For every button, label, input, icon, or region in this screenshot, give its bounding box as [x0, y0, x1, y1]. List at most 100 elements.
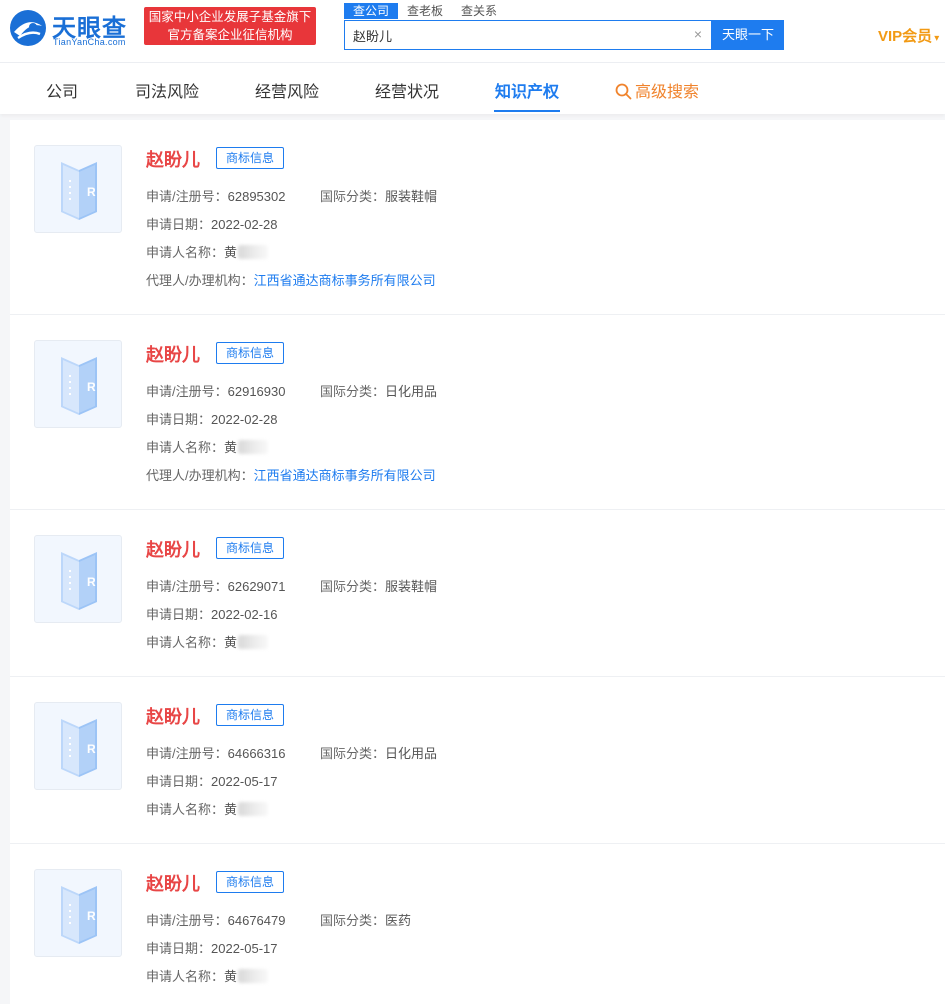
result-card[interactable]: R 赵盼儿 商标信息申请/注册号：62629071 国际分类：服装鞋帽 申请日期：20… [10, 510, 945, 677]
apply-date-value: 2022-05-17 [211, 941, 278, 956]
trademark-info-tag[interactable]: 商标信息 [216, 342, 285, 364]
reg-no-value: 64666316 [227, 746, 286, 761]
reg-no-row: 申请/注册号：62629071 国际分类：服装鞋帽 [146, 576, 437, 595]
intl-class-value: 服装鞋帽 [385, 189, 438, 204]
trademark-info-tag[interactable]: 商标信息 [216, 537, 285, 559]
reg-no-value: 62895302 [227, 189, 286, 204]
reg-no-label: 申请/注册号： [146, 384, 228, 399]
intl-class-label: 国际分类： [320, 746, 386, 761]
chevron-down-icon: ▾ [934, 33, 940, 44]
svg-text:R: R [87, 185, 96, 199]
intl-class-value: 服装鞋帽 [385, 579, 438, 594]
trademark-title[interactable]: 赵盼儿 [146, 870, 200, 896]
applicant-row: 申请人名称：黄 [146, 799, 269, 818]
applicant-label: 申请人名称： [146, 440, 225, 455]
reg-no-row: 申请/注册号：64666316 国际分类：日化用品 [146, 743, 437, 762]
intl-class: 国际分类：医药 [320, 910, 411, 929]
trademark-thumbnail[interactable]: R [34, 145, 122, 233]
apply-date-label: 申请日期： [146, 607, 212, 622]
intl-class: 国际分类：日化用品 [320, 743, 437, 762]
reg-no-label: 申请/注册号： [146, 746, 228, 761]
svg-text:R: R [87, 575, 96, 589]
trademark-title[interactable]: 赵盼儿 [146, 703, 200, 729]
tab-company[interactable]: 公司 [46, 78, 78, 102]
vip-label: VIP会员 [878, 28, 933, 45]
agent-link[interactable]: 江西省通达商标事务所有限公司 [254, 468, 436, 483]
reg-no-value: 62916930 [227, 384, 286, 399]
advanced-search-label: 高级搜索 [635, 84, 700, 101]
svg-text:R: R [87, 909, 96, 923]
apply-date-row: 申请日期：2022-02-16 [146, 604, 278, 623]
vip-menu[interactable]: VIP会员 ▾ [878, 25, 939, 46]
search-tab-company[interactable]: 查公司 [344, 3, 399, 19]
apply-date-label: 申请日期： [146, 412, 212, 427]
clear-icon[interactable]: × [691, 27, 705, 41]
intl-class-label: 国际分类： [320, 579, 386, 594]
category-nav: 公司 司法风险 经营风险 经营状况 知识产权 高级搜索 [0, 62, 945, 114]
trademark-info-tag[interactable]: 商标信息 [216, 871, 285, 893]
tab-operation-status[interactable]: 经营状况 [375, 78, 439, 102]
applicant-label: 申请人名称： [146, 802, 225, 817]
search-box: × [344, 20, 712, 50]
reg-no-row: 申请/注册号：62895302 国际分类：服装鞋帽 [146, 186, 437, 205]
tab-operation-risk[interactable]: 经营风险 [255, 78, 319, 102]
result-card[interactable]: R 赵盼儿 商标信息申请/注册号：62895302 国际分类：服装鞋帽申请日期：20… [10, 120, 945, 315]
logo-domain: TianYanCha.com [53, 37, 126, 47]
search-area: 查公司 查老板 查关系 × 天眼一下 [344, 3, 784, 50]
svg-text:R: R [87, 742, 96, 756]
gov-badge-line2: 官方备案企业征信机构 [167, 28, 293, 42]
search-button[interactable]: 天眼一下 [712, 20, 784, 50]
result-card[interactable]: R 赵盼儿 商标信息 申请/注册号：64676479 国际分类：医药 申请日期：2022… [10, 844, 945, 1004]
redacted-blur [238, 440, 269, 454]
apply-date-row: 申请日期：2022-02-28 [146, 214, 278, 233]
applicant-label: 申请人名称： [146, 635, 225, 650]
trademark-thumbnail[interactable]: R [34, 702, 122, 790]
gov-badge: 国家中小企业发展子基金旗下 官方备案企业征信机构 [144, 7, 316, 45]
logo[interactable]: 天眼查 TianYanCha.com [8, 6, 136, 50]
applicant-value: 黄 [224, 635, 238, 650]
tab-judicial-risk[interactable]: 司法风险 [135, 78, 199, 102]
search-tabs: 查公司 查老板 查关系 [344, 3, 506, 19]
intl-class: 国际分类：服装鞋帽 [320, 576, 437, 595]
search-input[interactable] [345, 21, 685, 49]
trademark-book-icon: R [61, 719, 97, 777]
trademark-thumbnail[interactable]: R [34, 869, 122, 957]
apply-date-row: 申请日期：2022-05-17 [146, 771, 278, 790]
applicant-row: 申请人名称：黄 [146, 242, 269, 261]
applicant-value: 黄 [224, 440, 238, 455]
trademark-book-icon: R [61, 357, 97, 415]
trademark-title[interactable]: 赵盼儿 [146, 341, 200, 367]
search-tab-boss[interactable]: 查老板 [398, 3, 452, 19]
search-tab-relation[interactable]: 查关系 [452, 3, 506, 19]
applicant-row: 申请人名称：黄 [146, 437, 269, 456]
trademark-book-icon: R [61, 886, 97, 944]
trademark-title[interactable]: 赵盼儿 [146, 536, 200, 562]
intl-class: 国际分类：服装鞋帽 [320, 186, 437, 205]
result-card[interactable]: R 赵盼儿 商标信息申请/注册号：64666316 国际分类：日化用品申请日期：20… [10, 677, 945, 844]
redacted-blur [238, 245, 269, 259]
apply-date-label: 申请日期： [146, 217, 212, 232]
reg-no-label: 申请/注册号： [146, 189, 228, 204]
trademark-thumbnail[interactable]: R [34, 535, 122, 623]
agent-row: 代理人/办理机构：江西省通达商标事务所有限公司 [146, 465, 436, 484]
trademark-book-icon: R [61, 162, 97, 220]
result-card[interactable]: R 赵盼儿 商标信息 申请/注册号：62916930 国际分类：日化用品 申请日期：20… [10, 315, 945, 510]
trademark-info-tag[interactable]: 商标信息 [216, 147, 285, 169]
advanced-search-link[interactable]: 高级搜索 [615, 78, 699, 102]
apply-date-value: 2022-02-28 [211, 412, 278, 427]
trademark-title[interactable]: 赵盼儿 [146, 146, 200, 172]
trademark-thumbnail[interactable]: R [34, 340, 122, 428]
applicant-label: 申请人名称： [146, 969, 225, 984]
agent-link[interactable]: 江西省通达商标事务所有限公司 [254, 273, 436, 288]
intl-class-label: 国际分类： [320, 384, 386, 399]
applicant-row: 申请人名称：黄 [146, 966, 269, 985]
gov-badge-line1: 国家中小企业发展子基金旗下 [148, 10, 312, 24]
tab-intellectual-property[interactable]: 知识产权 [495, 78, 559, 102]
trademark-book-icon: R [61, 552, 97, 610]
agent-label: 代理人/办理机构： [146, 468, 254, 483]
reg-no-label: 申请/注册号： [146, 579, 228, 594]
applicant-value: 黄 [224, 245, 238, 260]
apply-date-value: 2022-02-28 [211, 217, 278, 232]
reg-no-row: 申请/注册号：62916930 国际分类：日化用品 [146, 381, 437, 400]
trademark-info-tag[interactable]: 商标信息 [216, 704, 285, 726]
